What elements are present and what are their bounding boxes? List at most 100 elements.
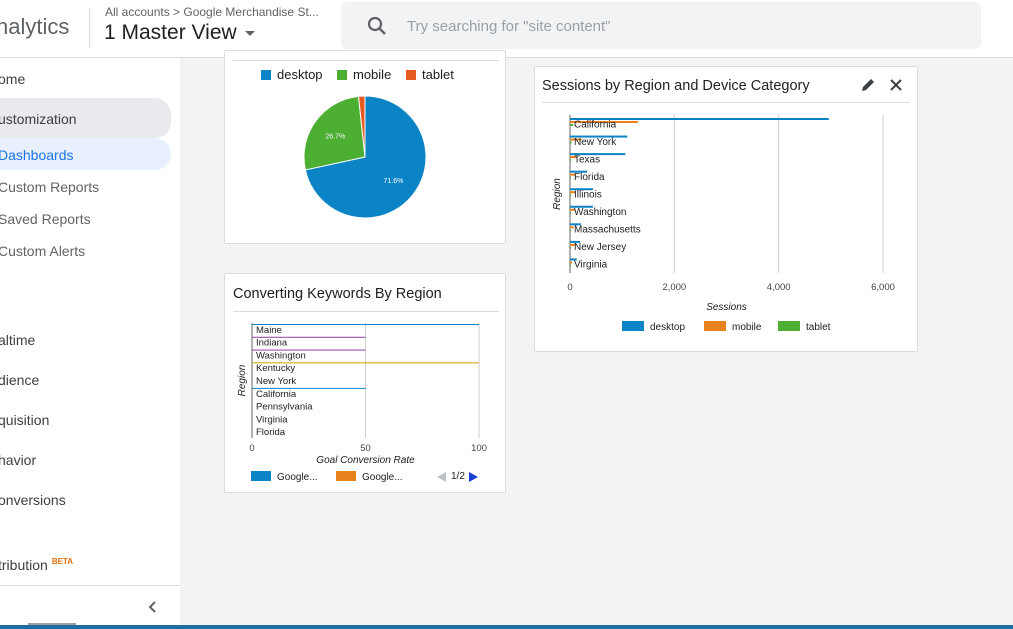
sidebar-item-saved-reports[interactable]: Saved Reports <box>0 211 91 227</box>
sidebar: ome ustomization Dashboards Custom Repor… <box>0 58 180 629</box>
bar[interactable] <box>570 194 571 197</box>
pager-prev-icon[interactable] <box>437 472 446 482</box>
y-category-label: New Jersey <box>574 242 626 253</box>
y-category-label: Massachusetts <box>574 225 641 236</box>
card-rule <box>233 60 499 61</box>
pager-next-icon[interactable] <box>469 472 478 482</box>
y-category-label: Virginia <box>256 414 288 425</box>
caret-down-icon <box>244 30 255 36</box>
sidebar-item-audience[interactable]: dience <box>0 372 39 388</box>
bar[interactable] <box>570 264 571 267</box>
sidebar-divider <box>0 585 180 586</box>
y-category-label: Illinois <box>574 190 602 201</box>
pager-label: 1/2 <box>451 471 465 482</box>
legend-swatch <box>337 70 347 80</box>
x-tick-label: 6,000 <box>871 282 895 293</box>
y-category-label: Kentucky <box>256 363 295 374</box>
search-input[interactable] <box>407 14 947 38</box>
y-category-label: New York <box>574 137 617 148</box>
x-axis-title: Goal Conversion Rate <box>316 455 415 466</box>
header-divider <box>89 8 90 48</box>
legend-label: tablet <box>806 322 831 333</box>
close-icon[interactable] <box>888 77 904 93</box>
bottom-strip <box>0 623 1013 629</box>
device-pie-card: desktop mobile tablet 71.6% 26.7% <box>224 50 506 244</box>
sidebar-item-custom-reports[interactable]: Custom Reports <box>0 179 99 195</box>
sidebar-item-realtime[interactable]: altime <box>0 332 35 348</box>
view-selector[interactable]: 1 Master View <box>104 21 255 45</box>
x-tick-label: 100 <box>471 443 487 454</box>
legend-swatch <box>261 70 271 80</box>
device-pie-chart: 71.6% 26.7% <box>303 95 427 219</box>
bar[interactable] <box>570 176 572 179</box>
legend-item-series-1: Google... <box>251 471 318 483</box>
sidebar-item-conversions[interactable]: onversions <box>0 492 66 508</box>
keywords-card-title: Converting Keywords By Region <box>233 286 442 302</box>
account-breadcrumb[interactable]: All accounts > Google Merchandise St... <box>105 5 319 19</box>
y-category-label: Washington <box>256 350 306 361</box>
bar[interactable] <box>570 124 574 126</box>
top-bar: nalytics All accounts > Google Merchandi… <box>0 0 1013 58</box>
legend-swatch <box>778 321 800 331</box>
bar[interactable] <box>252 324 479 325</box>
y-category-label: Texas <box>574 154 600 165</box>
y-category-label: California <box>574 119 617 130</box>
y-category-label: Florida <box>574 172 605 183</box>
legend-label: desktop <box>277 67 323 82</box>
y-category-label: Florida <box>256 427 286 438</box>
y-category-label: Maine <box>256 325 282 336</box>
sidebar-item-attribution[interactable]: tribution BETA <box>0 557 73 573</box>
legend-swatch <box>406 70 416 80</box>
y-axis-title: Region <box>237 364 248 396</box>
y-category-label: New York <box>256 376 296 387</box>
edit-pencil-icon[interactable] <box>860 77 876 93</box>
legend-swatch <box>622 321 644 331</box>
y-category-label: Washington <box>574 207 626 218</box>
legend-item-mobile: mobile <box>337 67 391 82</box>
legend-item-series-2: Google... <box>336 471 403 483</box>
legend-label: mobile <box>732 322 762 333</box>
sidebar-item-dashboards[interactable]: Dashboards <box>0 147 74 163</box>
sessions-card-title: Sessions by Region and Device Category <box>542 78 810 94</box>
x-axis-title: Sessions <box>706 302 747 313</box>
y-category-label: California <box>256 389 297 400</box>
search-box[interactable] <box>341 2 981 49</box>
bar[interactable] <box>570 141 572 144</box>
x-tick-label: 50 <box>360 443 371 454</box>
bar[interactable] <box>570 211 571 214</box>
legend-item-tablet: tablet <box>778 321 830 333</box>
bar[interactable] <box>570 159 572 162</box>
x-tick-label: 2,000 <box>662 282 686 293</box>
sidebar-item-customization[interactable]: ustomization <box>0 111 77 127</box>
beta-badge: BETA <box>51 557 73 567</box>
bar[interactable] <box>570 229 571 232</box>
pie-slice-label: 26.7% <box>325 134 345 141</box>
sidebar-item-behavior[interactable]: havior <box>0 452 36 468</box>
legend-label: Google... <box>277 472 318 483</box>
chevron-left-icon[interactable] <box>146 600 160 614</box>
y-category-label: Indiana <box>256 338 288 349</box>
sessions-bar-chart: 0 2,000 4,000 6,000 California New York Texas F… <box>552 115 895 313</box>
legend-swatch <box>251 471 271 481</box>
legend-label: desktop <box>650 322 686 333</box>
card-rule <box>233 311 499 312</box>
sessions-card: Sessions by Region and Device Category 0… <box>534 66 918 352</box>
sidebar-item-home[interactable]: ome <box>0 71 25 87</box>
y-category-label: Virginia <box>574 260 608 271</box>
pie-slice-label: 71.6% <box>384 178 404 185</box>
bottom-tab-indicator <box>28 623 76 625</box>
legend-item-mobile: mobile <box>704 321 761 333</box>
bar[interactable] <box>570 246 571 249</box>
y-category-label: Pennsylvania <box>256 402 313 413</box>
bar[interactable] <box>570 261 573 264</box>
x-tick-label: 0 <box>567 282 572 293</box>
attribution-label: tribution <box>0 557 48 573</box>
legend-label: tablet <box>422 67 454 82</box>
sidebar-item-custom-alerts[interactable]: Custom Alerts <box>0 243 85 259</box>
x-tick-label: 4,000 <box>767 282 791 293</box>
legend-swatch <box>704 321 726 331</box>
keywords-bar-chart: 0 50 100 Maine IndianaWashington Kentucky New … <box>237 323 487 466</box>
card-rule <box>542 102 910 103</box>
sidebar-item-acquisition[interactable]: quisition <box>0 412 49 428</box>
legend-label: Google... <box>362 472 403 483</box>
